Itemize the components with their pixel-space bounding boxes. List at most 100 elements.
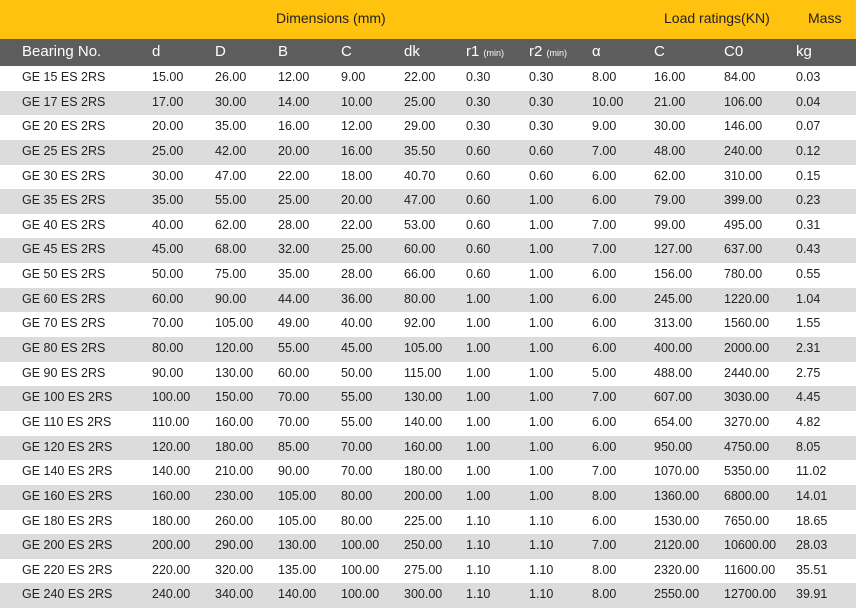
table-cell: 120.00 xyxy=(152,439,191,454)
col-header-B: B xyxy=(278,43,289,60)
table-cell: 22.00 xyxy=(278,168,310,183)
table-cell: 245.00 xyxy=(654,291,693,306)
table-cell: 49.00 xyxy=(278,316,310,331)
table-cell: 300.00 xyxy=(404,587,443,602)
table-cell: 1.00 xyxy=(529,291,554,306)
table-cell: 9.00 xyxy=(592,119,617,134)
table-cell: 1.00 xyxy=(529,488,554,503)
table-cell: 0.43 xyxy=(796,242,821,257)
table-cell: 0.30 xyxy=(529,119,554,134)
table-row: GE 100 ES 2RS 100.00 150.00 70.00 55.00 130.0… xyxy=(0,386,856,411)
table-cell: 1.10 xyxy=(529,587,554,602)
table-cell: GE 140 ES 2RS xyxy=(22,464,113,479)
table-cell: 18.00 xyxy=(341,168,373,183)
table-cell: 150.00 xyxy=(215,390,254,405)
table-cell: 70.00 xyxy=(278,414,310,429)
table-cell: 35.00 xyxy=(215,119,247,134)
table-cell: 1.04 xyxy=(796,291,821,306)
table-cell: 1.00 xyxy=(466,488,491,503)
table-cell: 1.10 xyxy=(529,513,554,528)
table-cell: 50.00 xyxy=(341,365,373,380)
table-cell: 48.00 xyxy=(654,143,686,158)
table-cell: 1.00 xyxy=(529,193,554,208)
table-row: GE 110 ES 2RS 110.00 160.00 70.00 55.00 140.0… xyxy=(0,411,856,436)
table-cell: 1.00 xyxy=(466,439,491,454)
table-row: GE 180 ES 2RS 180.00 260.00 105.00 80.00 225.… xyxy=(0,510,856,535)
table-row: GE 30 ES 2RS 30.00 47.00 22.00 18.00 40.70 0.6… xyxy=(0,165,856,190)
table-cell: 5.00 xyxy=(592,365,617,380)
group-header-band: Dimensions (mm) Load ratings(KN) Mass xyxy=(0,0,856,39)
table-cell: 80.00 xyxy=(404,291,436,306)
table-cell: 100.00 xyxy=(341,562,380,577)
table-cell: 0.55 xyxy=(796,267,821,282)
table-cell: 30.00 xyxy=(654,119,686,134)
table-cell: 225.00 xyxy=(404,513,443,528)
table-cell: 1.00 xyxy=(529,341,554,356)
table-cell: 14.00 xyxy=(278,94,310,109)
table-cell: 1.00 xyxy=(529,316,554,331)
table-cell: 26.00 xyxy=(215,70,247,84)
table-cell: 55.00 xyxy=(278,341,310,356)
table-cell: 6800.00 xyxy=(724,488,770,503)
table-cell: 53.00 xyxy=(404,217,436,232)
table-cell: 50.00 xyxy=(152,267,184,282)
table-cell: 35.51 xyxy=(796,562,828,577)
table-cell: 1.10 xyxy=(529,562,554,577)
table-cell: 400.00 xyxy=(654,341,693,356)
table-cell: 6.00 xyxy=(592,316,617,331)
table-cell: 0.30 xyxy=(529,94,554,109)
table-cell: GE 30 ES 2RS xyxy=(22,168,106,183)
table-cell: GE 110 ES 2RS xyxy=(22,414,112,429)
table-cell: 0.15 xyxy=(796,168,821,183)
table-cell: 1070.00 xyxy=(654,464,700,479)
table-cell: 28.00 xyxy=(278,217,310,232)
table-cell: 127.00 xyxy=(654,242,693,257)
table-cell: 950.00 xyxy=(654,439,693,454)
table-cell: 1.00 xyxy=(529,439,554,454)
table-cell: 20.00 xyxy=(152,119,184,134)
table-cell: 0.30 xyxy=(466,70,491,84)
table-cell: 66.00 xyxy=(404,267,436,282)
table-cell: 55.00 xyxy=(341,414,373,429)
table-cell: 45.00 xyxy=(152,242,184,257)
table-cell: GE 25 ES 2RS xyxy=(22,143,106,158)
table-cell: 55.00 xyxy=(341,390,373,405)
table-cell: 1560.00 xyxy=(724,316,770,331)
table-cell: 7.00 xyxy=(592,242,617,257)
table-cell: 2320.00 xyxy=(654,562,700,577)
table-cell: 40.70 xyxy=(404,168,436,183)
table-cell: GE 40 ES 2RS xyxy=(22,217,106,232)
table-cell: 130.00 xyxy=(215,365,254,380)
table-cell: 488.00 xyxy=(654,365,693,380)
col-header-d: d xyxy=(152,43,161,60)
table-cell: 12.00 xyxy=(341,119,373,134)
table-cell: 100.00 xyxy=(341,587,380,602)
table-cell: 1.00 xyxy=(466,341,491,356)
table-cell: 12700.00 xyxy=(724,587,777,602)
table-cell: 60.00 xyxy=(152,291,184,306)
table-cell: 25.00 xyxy=(152,143,184,158)
table-cell: 10.00 xyxy=(592,94,624,109)
table-cell: 17.00 xyxy=(152,94,184,109)
table-cell: 2.31 xyxy=(796,341,821,356)
table-cell: 160.00 xyxy=(152,488,191,503)
table-cell: 20.00 xyxy=(341,193,373,208)
table-cell: 14.01 xyxy=(796,488,828,503)
table-cell: 115.00 xyxy=(404,365,442,380)
table-cell: GE 100 ES 2RS xyxy=(22,390,113,405)
table-cell: 39.91 xyxy=(796,587,828,602)
table-cell: GE 80 ES 2RS xyxy=(22,341,106,356)
table-cell: 607.00 xyxy=(654,390,693,405)
table-cell: 47.00 xyxy=(404,193,436,208)
table-cell: 313.00 xyxy=(654,316,693,331)
col-header-kg: kg xyxy=(796,43,812,60)
table-row: GE 17 ES 2RS 17.00 30.00 14.00 10.00 25.00 0.3… xyxy=(0,90,856,116)
table-cell: 399.00 xyxy=(724,193,763,208)
table-cell: 135.00 xyxy=(278,562,317,577)
table-cell: 7.00 xyxy=(592,390,617,405)
table-cell: 120.00 xyxy=(215,341,254,356)
table-cell: 16.00 xyxy=(341,143,373,158)
table-cell: 11.02 xyxy=(796,464,827,479)
table-cell: 1.10 xyxy=(466,587,491,602)
table-row: GE 45 ES 2RS 45.00 68.00 32.00 25.00 60.00 0.6… xyxy=(0,238,856,264)
